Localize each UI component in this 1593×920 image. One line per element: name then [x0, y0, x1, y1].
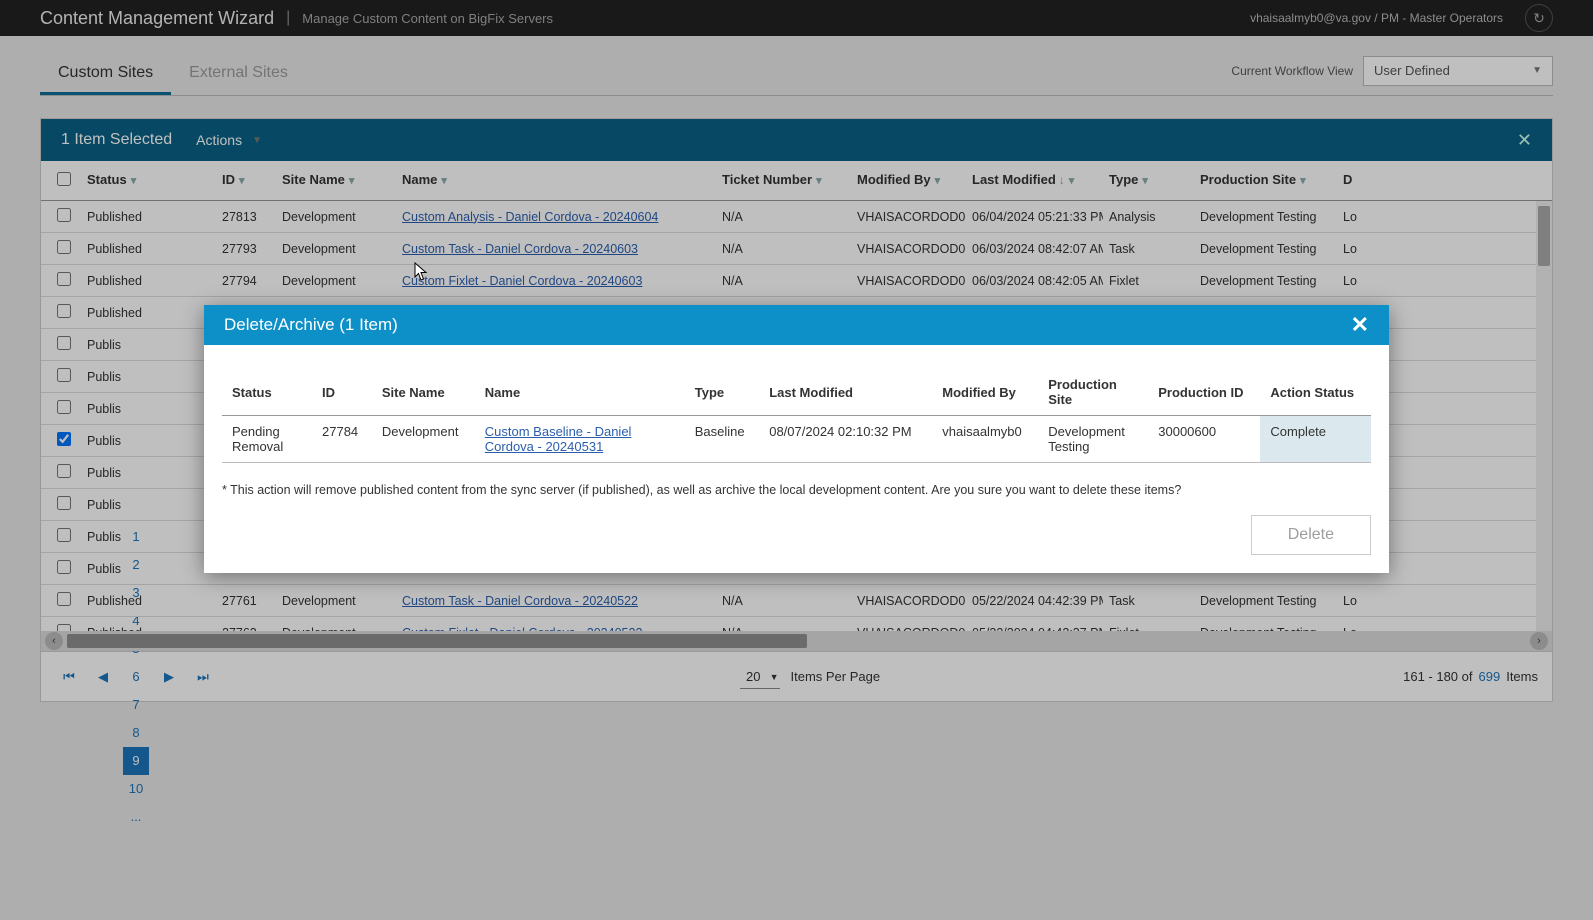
mcol-status: Status: [222, 369, 312, 416]
mcol-id: ID: [312, 369, 372, 416]
mcol-type: Type: [685, 369, 759, 416]
modal-title: Delete/Archive (1 Item): [224, 315, 398, 335]
mcell-status: Pending Removal: [222, 416, 312, 463]
mcol-name: Name: [475, 369, 685, 416]
mcell-type: Baseline: [685, 416, 759, 463]
modal-header: Delete/Archive (1 Item) ✕: [204, 305, 1389, 345]
modal-table-row: Pending Removal 27784 Development Custom…: [222, 416, 1371, 463]
mcell-prod: Development Testing: [1038, 416, 1148, 463]
mcol-prodid: Production ID: [1148, 369, 1260, 416]
mcell-modby: vhaisaalmyb0: [932, 416, 1038, 463]
close-icon[interactable]: ✕: [1351, 312, 1369, 338]
delete-archive-modal: Delete/Archive (1 Item) ✕ Status ID Site…: [204, 305, 1389, 573]
mcell-id: 27784: [312, 416, 372, 463]
delete-button[interactable]: Delete: [1251, 515, 1371, 555]
mcell-prodid: 30000600: [1148, 416, 1260, 463]
modal-table: Status ID Site Name Name Type Last Modif…: [222, 369, 1371, 463]
mcell-site: Development: [372, 416, 475, 463]
mcol-modby: Modified By: [932, 369, 1038, 416]
mcell-lastmod: 08/07/2024 02:10:32 PM: [759, 416, 932, 463]
modal-overlay: Delete/Archive (1 Item) ✕ Status ID Site…: [0, 0, 1593, 920]
mcell-name-link[interactable]: Custom Baseline - Daniel Cordova - 20240…: [485, 424, 632, 454]
mcell-name: Custom Baseline - Daniel Cordova - 20240…: [475, 416, 685, 463]
mcol-site: Site Name: [372, 369, 475, 416]
mcol-prod: Production Site: [1038, 369, 1148, 416]
mcol-lastmod: Last Modified: [759, 369, 932, 416]
mcol-action: Action Status: [1260, 369, 1371, 416]
modal-warning-text: * This action will remove published cont…: [222, 483, 1371, 497]
mcell-action-status: Complete: [1260, 416, 1371, 463]
